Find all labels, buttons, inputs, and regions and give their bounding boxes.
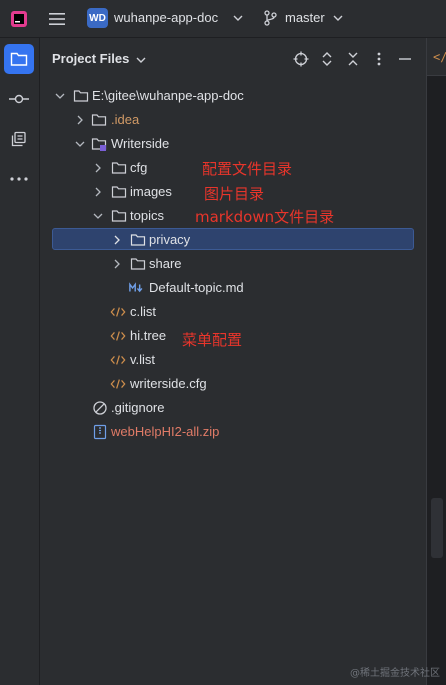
tree-row-default-topic[interactable]: Default-topic.md	[40, 276, 426, 300]
project-files-button[interactable]	[4, 44, 34, 74]
archive-file-icon	[93, 424, 107, 440]
chevron-down-icon[interactable]	[55, 91, 65, 101]
xml-file-icon	[110, 355, 126, 365]
annotation-topics: markdown文件目录	[195, 208, 335, 226]
tree-item-label: webHelpHI2-all.zip	[111, 424, 220, 439]
ignore-file-icon	[93, 401, 107, 415]
ide-logo-icon[interactable]	[11, 11, 27, 27]
commit-icon	[9, 94, 29, 104]
chevron-right-icon[interactable]	[112, 235, 122, 245]
tree-item-label: hi.tree	[130, 328, 167, 343]
more-tools-button[interactable]	[4, 164, 34, 194]
folder-icon	[130, 258, 146, 270]
tree-item-label: share	[149, 256, 182, 271]
chevron-right-icon[interactable]	[75, 115, 85, 125]
tree-item-label: cfg	[130, 160, 148, 175]
branch-icon[interactable]	[263, 10, 278, 26]
structure-button[interactable]	[4, 124, 34, 154]
scrollbar[interactable]	[431, 498, 443, 558]
branch-name[interactable]: master	[285, 10, 325, 25]
chevron-down-icon[interactable]	[136, 55, 146, 65]
tree-row-c-list[interactable]: c.list	[40, 300, 426, 324]
xml-file-icon	[110, 379, 126, 389]
tree-item-label: images	[130, 184, 172, 199]
markdown-file-icon	[129, 282, 143, 293]
folder-icon	[91, 114, 107, 126]
xml-file-icon	[110, 331, 126, 341]
folder-icon	[111, 186, 127, 198]
editor-tab-strip: </	[427, 38, 446, 76]
tree-row-v-list[interactable]: v.list	[40, 348, 426, 372]
tree-row-root[interactable]: E:\gitee\wuhanpe-app-doc	[40, 84, 426, 108]
tool-window-strip	[0, 38, 40, 685]
folder-icon	[111, 210, 127, 222]
tree-item-label: .gitignore	[111, 400, 165, 415]
annotation-hi-tree: 菜单配置	[182, 331, 243, 349]
tree-item-label: E:\gitee\wuhanpe-app-doc	[92, 88, 244, 103]
tree-item-label: topics	[130, 208, 164, 223]
folder-icon	[73, 90, 89, 102]
project-name[interactable]: wuhanpe-app-doc	[114, 10, 218, 25]
structure-icon	[11, 131, 26, 147]
chevron-down-icon[interactable]	[93, 211, 103, 221]
commit-button[interactable]	[4, 84, 34, 114]
chevron-down-icon[interactable]	[233, 13, 243, 23]
tree-row-gitignore[interactable]: .gitignore	[40, 396, 426, 420]
main-menu-icon[interactable]	[48, 10, 66, 28]
editor-area: </	[426, 38, 446, 685]
tree-row-share[interactable]: share	[40, 252, 426, 276]
xml-file-icon	[110, 307, 126, 317]
folder-icon	[10, 52, 28, 66]
expand-all-icon[interactable]	[319, 51, 335, 67]
tree-row-privacy[interactable]: privacy	[40, 228, 426, 252]
selection-highlight	[52, 228, 414, 250]
annotation-images: 图片目录	[204, 185, 265, 203]
minimize-icon[interactable]	[397, 51, 413, 67]
tree-item-label: Default-topic.md	[149, 280, 244, 295]
chevron-right-icon[interactable]	[93, 187, 103, 197]
tree-item-label: Writerside	[111, 136, 170, 151]
crosshair-icon[interactable]	[293, 51, 309, 67]
tree-item-label: v.list	[130, 352, 156, 367]
tree-row-zip[interactable]: webHelpHI2-all.zip	[40, 420, 426, 444]
tree-item-label: privacy	[149, 232, 191, 247]
panel-title[interactable]: Project Files	[52, 51, 129, 66]
tree-row-writerside[interactable]: Writerside	[40, 132, 426, 156]
writerside-module-icon	[91, 138, 107, 151]
title-bar: WD wuhanpe-app-doc master	[0, 0, 446, 38]
tree-item-label: .idea	[111, 112, 140, 127]
collapse-all-icon[interactable]	[345, 51, 361, 67]
chevron-down-icon[interactable]	[75, 139, 85, 149]
tree-item-label: c.list	[130, 304, 156, 319]
tree-row-writerside-cfg[interactable]: writerside.cfg	[40, 372, 426, 396]
project-files-panel: Project Files E:\gitee\wuhanpe-app-doc .…	[40, 38, 426, 685]
chevron-right-icon[interactable]	[112, 259, 122, 269]
chevron-right-icon[interactable]	[93, 163, 103, 173]
chevron-down-icon[interactable]	[333, 13, 343, 23]
folder-icon	[111, 162, 127, 174]
tree-row-idea[interactable]: .idea	[40, 108, 426, 132]
annotation-cfg: 配置文件目录	[202, 160, 293, 178]
editor-tab[interactable]: </	[433, 50, 446, 64]
folder-icon	[130, 234, 146, 246]
watermark: @稀土掘金技术社区	[350, 668, 440, 679]
project-badge[interactable]: WD	[87, 8, 108, 28]
more-vertical-icon[interactable]	[371, 51, 387, 67]
more-horizontal-icon	[10, 177, 28, 181]
tree-item-label: writerside.cfg	[130, 376, 207, 391]
